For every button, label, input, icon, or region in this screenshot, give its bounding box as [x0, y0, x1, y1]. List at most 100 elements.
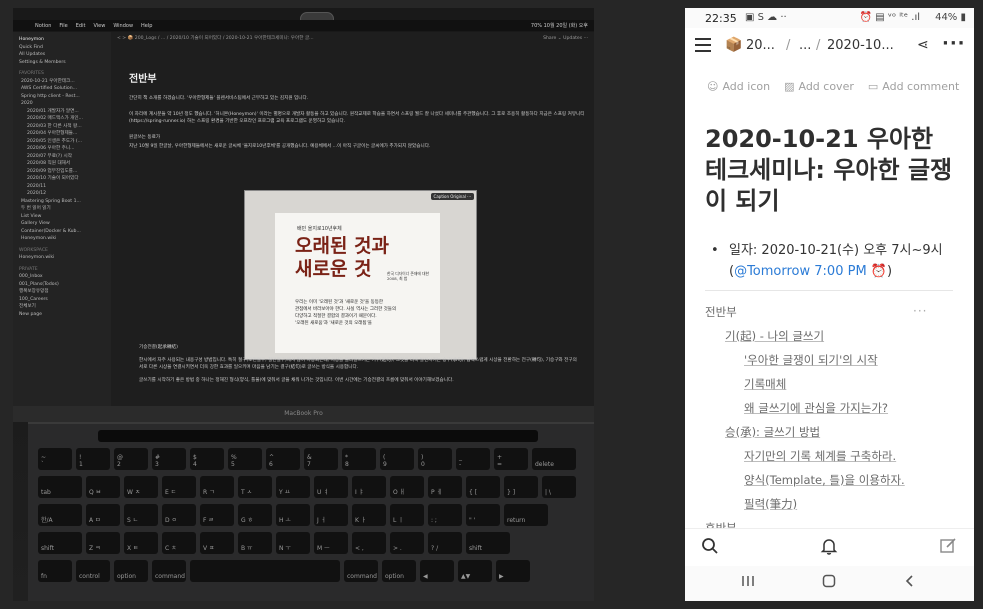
callout-text: 글쓰기를 시작하기 좋은 방법 중 하나는 정해진 형식(양식, 틀물)에 맞춰…: [139, 378, 454, 383]
toc-entry[interactable]: 기록매체: [744, 376, 786, 392]
sidebar-item[interactable]: Honeymon.wiki: [19, 235, 111, 243]
breadcrumb-item[interactable]: 2020-10...: [827, 38, 894, 53]
sidebar-item[interactable]: 2020/04 우아한형제들...: [19, 130, 111, 138]
toc-entry[interactable]: 전반부: [705, 304, 737, 320]
phone-screenshot: 22:35 ▣ S ☁ ·· ⏰ ▤ ᵛᵒ ˡᵗᵉ .ıl 44% ▮ 📦 20…: [685, 8, 974, 601]
keyboard-key: " ': [466, 504, 500, 526]
bell-icon[interactable]: [820, 537, 838, 560]
add-cover-button[interactable]: ▨ Add cover: [784, 80, 854, 93]
hamburger-menu-icon[interactable]: [695, 38, 711, 52]
sidebar-item[interactable]: 2020/11: [19, 183, 111, 191]
sidebar-item[interactable]: 100_Careers: [19, 296, 111, 304]
image-icon: ▨: [784, 80, 795, 93]
keyboard-key: ! 1: [76, 448, 110, 470]
sidebar-item[interactable]: Gallery View: [19, 220, 111, 228]
edit-icon[interactable]: [939, 537, 957, 560]
divider: [705, 290, 953, 291]
toc-entry[interactable]: 필력(筆力): [744, 496, 797, 512]
keyboard-key: > .: [390, 532, 424, 554]
sidebar-item[interactable]: 2020/07 무료(?) 시작: [19, 153, 111, 161]
keyboard-key: X ㅌ: [124, 532, 158, 554]
doc-paragraph: 이 자리에 계시분들 약 10년 정도 했습니다. '허니몬(Honeymon)…: [129, 112, 585, 124]
toc-entry[interactable]: 승(承): 글쓰기 방법: [725, 424, 820, 440]
sidebar-quick-item: Quick Find: [19, 44, 43, 50]
key-row: 한/A A ㅁS ㄴD ㅇF ㄹG ㅎH ㅗJ ㅓK ㅏL ㅣ: ; " ' retu…: [38, 504, 548, 526]
sidebar-section-label: PRIVATE: [19, 266, 38, 272]
keyboard-key: [190, 560, 340, 582]
book-side-note: 한국 디자이너 존재에 대한 2008, 최 범: [387, 271, 430, 281]
keyboard-key: % 5: [228, 448, 262, 470]
keyboard-key: # 3: [152, 448, 186, 470]
sidebar-item[interactable]: 2020/01 개발자가 알면...: [19, 108, 111, 116]
keyboard-key: } ]: [504, 476, 538, 498]
key-row: ~ `! 1 @ 2 # 3 $ 4% 5 ^ 6 & 7 * 8( 9) 0 _ - + = d…: [38, 448, 576, 470]
sidebar-item[interactable]: 두 번 읽어 읽기: [19, 205, 111, 213]
more-options-icon[interactable]: ···: [942, 33, 966, 54]
sidebar-item[interactable]: 001_Plans(Todos): [19, 281, 111, 289]
keyboard-key: tab: [38, 476, 82, 498]
smiley-icon: ☺: [707, 80, 719, 93]
toc-entry[interactable]: 자기만의 기록 체계를 구축하라.: [744, 448, 896, 464]
laptop-screen: Notion File Edit View Window Help 70% 10…: [13, 8, 594, 406]
toc-entry[interactable]: '우아한 글쟁이 되기'의 시작: [744, 352, 878, 368]
keyboard-key: V ㅍ: [200, 532, 234, 554]
sidebar-item[interactable]: 전체보기: [19, 303, 111, 311]
keyboard: ~ `! 1 @ 2 # 3 $ 4% 5 ^ 6 & 7 * 8( 9) 0 _ - + = d…: [28, 422, 594, 601]
sidebar-item[interactable]: 2020/10 기술이 되어있다: [19, 175, 111, 183]
keyboard-key: C ㅊ: [162, 532, 196, 554]
share-icon[interactable]: ⋖: [917, 37, 929, 53]
sidebar-item[interactable]: Container(Docker & Kub...: [19, 228, 111, 236]
sidebar-item[interactable]: 2020-10-21 우아한테크...: [19, 78, 111, 86]
add-comment-button[interactable]: ▭ Add comment: [868, 80, 959, 93]
keyboard-key: M ㅡ: [314, 532, 348, 554]
sidebar-item[interactable]: Spring http client - Rest...: [19, 93, 111, 101]
back-icon[interactable]: [903, 574, 917, 592]
callout-title: 기승전결(起承轉結): [139, 345, 178, 350]
keyboard-key: & 7: [304, 448, 338, 470]
sidebar-item[interactable]: List View: [19, 213, 111, 221]
keyboard-key: N ㅜ: [276, 532, 310, 554]
keyboard-key: I ㅑ: [352, 476, 386, 498]
notion-mobile-topbar: 📦 20... / ... / 2020-10... ⋖ ···: [685, 30, 974, 62]
breadcrumb-item[interactable]: ...: [799, 38, 811, 53]
keyboard-key: control: [76, 560, 110, 582]
android-nav-bar: [685, 566, 974, 601]
sidebar-item[interactable]: 2020/02 매드맥스가 개인...: [19, 115, 111, 123]
sidebar-item[interactable]: AWS Certified Solution...: [19, 85, 111, 93]
sidebar-section-label: FAVORITES: [19, 71, 44, 76]
keyboard-key: @ 2: [114, 448, 148, 470]
toc-entry[interactable]: 양식(Template, 틀)을 이용하자.: [744, 472, 905, 488]
doc-paragraph: 간단히 책 소개를 하겠습니다. '우아한형제들' 블렌서비스팀에서 근무하고 …: [129, 96, 309, 101]
block-more-icon[interactable]: ···: [913, 304, 927, 318]
sidebar-item[interactable]: New page: [19, 311, 111, 319]
keyboard-key: ? /: [428, 532, 462, 554]
sidebar-item[interactable]: 2020/08 직원 대해서: [19, 160, 111, 168]
keyboard-key: W ㅈ: [124, 476, 158, 498]
toc-entry[interactable]: 왜 글쓰기에 관심을 가지는가?: [744, 400, 888, 416]
recents-icon[interactable]: [741, 574, 755, 592]
sidebar-item[interactable]: 000_Inbox: [19, 273, 111, 281]
sidebar-item: Honeymon.wiki: [19, 255, 55, 260]
page-title[interactable]: 2020-10-21 우아한테크세미나: 우아한 글쟁이 되기: [705, 124, 955, 217]
home-icon[interactable]: [822, 574, 836, 592]
keyboard-key: 한/A: [38, 504, 82, 526]
keyboard-key: Y ㅛ: [276, 476, 310, 498]
sidebar-item[interactable]: 2020: [19, 100, 111, 108]
sidebar-item[interactable]: 행복보장유망점: [19, 288, 111, 296]
key-row: fn control option command command option ◀ ▲▼ ▶: [38, 560, 530, 582]
sidebar-item[interactable]: 2020/09 업무진입도를...: [19, 168, 111, 176]
search-icon[interactable]: [701, 537, 719, 560]
keyboard-key: command: [152, 560, 186, 582]
sidebar-item[interactable]: Mastering Spring Boot 1...: [19, 198, 111, 206]
sidebar-item[interactable]: 2020/05 인생은 추도가 (...: [19, 138, 111, 146]
sidebar-quick-item: Settings & Members: [19, 59, 66, 65]
sidebar-item[interactable]: 2020/03 한 다른 사적 왕...: [19, 123, 111, 131]
breadcrumb-item[interactable]: 20...: [746, 38, 775, 53]
topbar-actions: Share ⌄ Updates ···: [543, 35, 588, 41]
add-icon-button[interactable]: ☺ Add icon: [707, 80, 770, 93]
sidebar-item[interactable]: 2020/12: [19, 190, 111, 198]
reminder-mention[interactable]: @Tomorrow 7:00 PM ⏰: [734, 264, 887, 279]
toc-entry[interactable]: 기(起) - 나의 글쓰기: [725, 328, 824, 344]
sidebar-item[interactable]: 2020/06 우아한 주니...: [19, 145, 111, 153]
menubar-item: Window: [113, 22, 134, 29]
